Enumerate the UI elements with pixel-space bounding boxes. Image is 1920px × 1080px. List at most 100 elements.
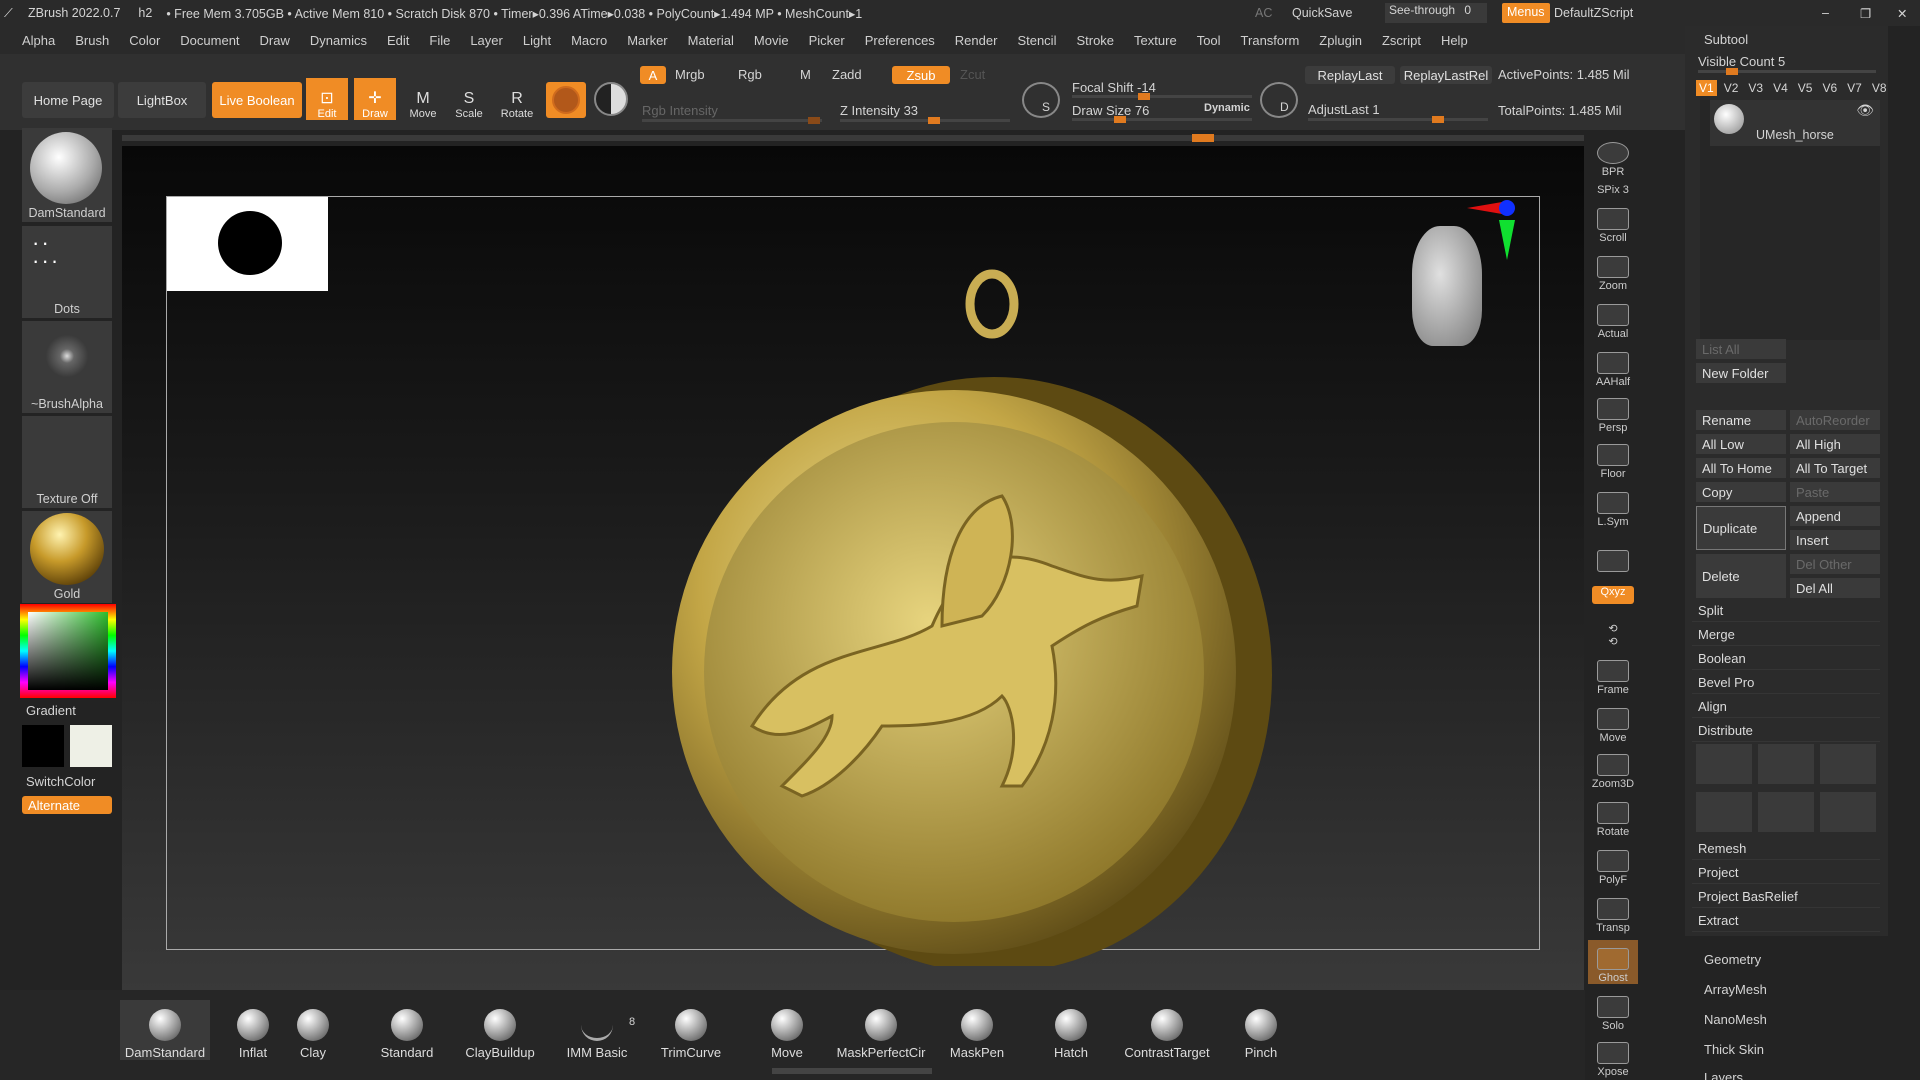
y-rotation-button[interactable]: ⟲ ⟲ [1588,608,1638,648]
solo-button[interactable]: Solo [1588,988,1638,1032]
menu-zscript[interactable]: Zscript [1372,33,1431,48]
brush-move[interactable]: Move [742,1000,832,1060]
menu-preferences[interactable]: Preferences [855,33,945,48]
draw-size-slider[interactable] [1072,116,1252,123]
visible-count-slider[interactable]: Visible Count 5 [1698,54,1785,69]
color-picker[interactable] [20,604,116,698]
alpha-selector[interactable]: ~BrushAlpha [22,321,112,413]
gradient-label[interactable]: Gradient [26,703,76,718]
ac-label[interactable]: AC [1255,6,1272,20]
version-tab-v6[interactable]: V6 [1819,80,1840,96]
z-intensity-slider[interactable] [840,117,1010,124]
edit-mode-button[interactable]: ⊡ Edit [306,78,348,120]
ghost-button[interactable]: Ghost [1588,940,1638,984]
menu-render[interactable]: Render [945,33,1008,48]
zsub-toggle[interactable]: Zsub [892,66,950,84]
brush-clay[interactable]: Clay [268,1000,358,1060]
distribute-y-end-icon[interactable] [1820,792,1876,832]
zcut-toggle[interactable]: Zcut [960,67,985,82]
subtool-item[interactable]: 👁 UMesh_horse [1710,100,1880,146]
menu-zplugin[interactable]: Zplugin [1309,33,1372,48]
menu-file[interactable]: File [419,33,460,48]
version-tab-v7[interactable]: V7 [1844,80,1865,96]
nanomesh-menu[interactable]: NanoMesh [1704,1012,1767,1027]
menu-tool[interactable]: Tool [1187,33,1231,48]
replay-last-button[interactable]: ReplayLast [1305,66,1395,84]
distribute-x-icon[interactable] [1696,744,1752,784]
quicksave-button[interactable]: QuickSave [1292,6,1352,20]
auto-reorder-button[interactable]: AutoReorder [1790,410,1880,430]
lsym-button[interactable]: L.Sym [1588,484,1638,528]
stroke-selector[interactable]: · · · · · Dots [22,226,112,318]
lock-button[interactable] [1588,530,1638,574]
version-tab-v2[interactable]: V2 [1721,80,1742,96]
zoom-button[interactable]: Zoom [1588,248,1638,292]
layers-menu[interactable]: Layers [1704,1070,1743,1080]
distribute-x-center-icon[interactable] [1758,744,1814,784]
aahalf-button[interactable]: AAHalf [1588,344,1638,388]
alternate-button[interactable]: Alternate [22,796,112,814]
del-all-button[interactable]: Del All [1790,578,1880,598]
mrgb-toggle[interactable]: Mrgb [675,67,705,82]
menu-stencil[interactable]: Stencil [1007,33,1066,48]
dynamic-toggle[interactable]: Dynamic [1204,102,1250,114]
append-button[interactable]: Append [1790,506,1880,526]
menus-button[interactable]: Menus [1502,3,1550,23]
rotate-view-button[interactable]: Rotate [1588,794,1638,838]
draw-mode-button[interactable]: ✛ Draw [354,78,396,120]
split-section[interactable]: Split [1692,600,1880,622]
m-toggle[interactable]: M [800,67,811,82]
canvas-viewport[interactable] [122,146,1584,990]
rename-button[interactable]: Rename [1696,410,1786,430]
seethrough-slider[interactable]: See-through 0 [1385,3,1487,23]
xyz-rotation-button[interactable]: Qxyz [1588,582,1638,604]
scroll-button[interactable]: Scroll [1588,200,1638,244]
menu-transform[interactable]: Transform [1231,33,1310,48]
all-low-button[interactable]: All Low [1696,434,1786,454]
focal-shift-slider[interactable] [1072,93,1252,100]
replay-last-rel-button[interactable]: ReplayLastRel [1400,66,1492,84]
home-page-button[interactable]: Home Page [22,82,114,118]
boolean-section[interactable]: Boolean [1692,648,1880,670]
menu-help[interactable]: Help [1431,33,1478,48]
window-close-icon[interactable]: ✕ [1897,6,1907,21]
menu-texture[interactable]: Texture [1124,33,1187,48]
lightbox-button[interactable]: LightBox [118,82,206,118]
distribute-y-icon[interactable] [1696,792,1752,832]
all-high-button[interactable]: All High [1790,434,1880,454]
subtool-title[interactable]: Subtool [1704,32,1748,47]
menu-brush[interactable]: Brush [65,33,119,48]
navigation-head-icon[interactable] [1412,226,1482,346]
insert-button[interactable]: Insert [1790,530,1880,550]
polyf-button[interactable]: PolyF [1588,842,1638,886]
paste-button[interactable]: Paste [1790,482,1880,502]
spix-slider[interactable]: SPix 3 [1588,174,1638,196]
brush-hatch[interactable]: Hatch [1026,1000,1116,1060]
version-tab-v5[interactable]: V5 [1795,80,1816,96]
menu-material[interactable]: Material [678,33,744,48]
menu-macro[interactable]: Macro [561,33,617,48]
zoom3d-button[interactable]: Zoom3D [1588,746,1638,790]
xpose-button[interactable]: Xpose [1588,1034,1638,1078]
all-to-home-button[interactable]: All To Home [1696,458,1786,478]
menu-marker[interactable]: Marker [617,33,677,48]
menu-draw[interactable]: Draw [250,33,300,48]
color-sphere-icon[interactable] [594,82,632,118]
brush-selector[interactable]: DamStandard [22,128,112,222]
floor-button[interactable]: Floor [1588,436,1638,480]
pendant-model[interactable] [582,226,1302,966]
main-color-swatch[interactable] [22,725,64,767]
all-to-target-button[interactable]: All To Target [1790,458,1880,478]
list-all-button[interactable]: List All [1696,339,1786,359]
brush-standard[interactable]: Standard [362,1000,452,1060]
brush-claybuildup[interactable]: ClayBuildup [455,1000,545,1060]
zadd-toggle[interactable]: Zadd [832,67,862,82]
brush-trimcurve[interactable]: TrimCurve [646,1000,736,1060]
brush-maskperfectcir[interactable]: MaskPerfectCir [836,1000,926,1060]
version-tab-v1[interactable]: V1 [1696,80,1717,96]
menu-color[interactable]: Color [119,33,170,48]
bevel-pro-section[interactable]: Bevel Pro [1692,672,1880,694]
secondary-color-swatch[interactable] [70,725,112,767]
texture-selector[interactable]: Texture Off [22,416,112,508]
switch-color-button[interactable]: SwitchColor [26,774,95,789]
